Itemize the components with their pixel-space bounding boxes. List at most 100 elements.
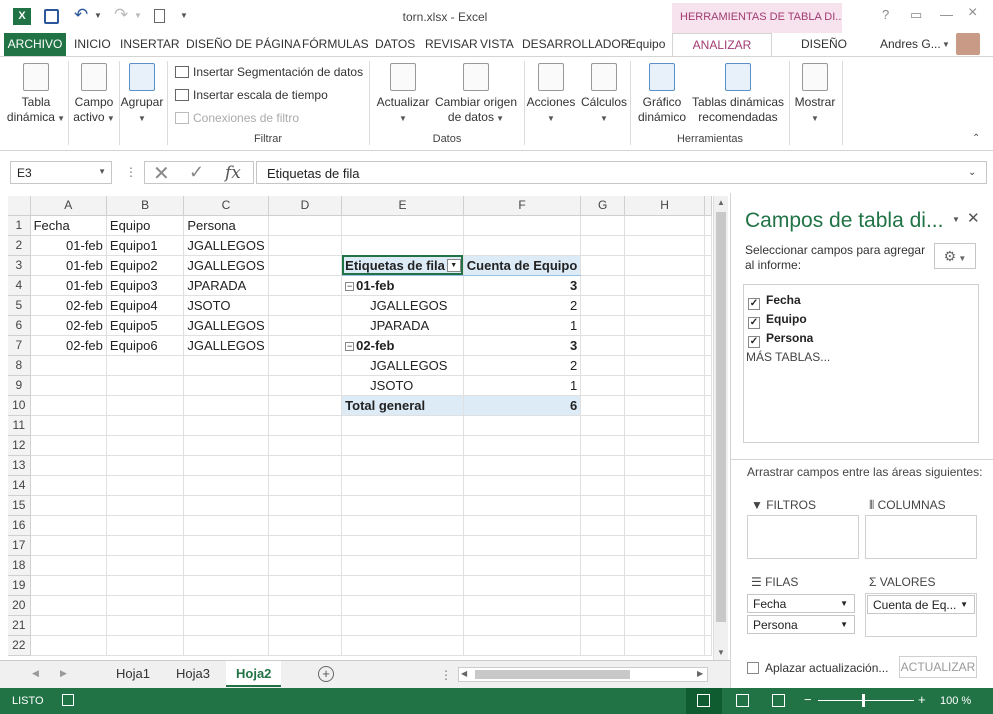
cell[interactable] bbox=[268, 455, 343, 476]
cell[interactable] bbox=[30, 495, 107, 516]
filtros-area[interactable] bbox=[747, 515, 859, 559]
cell[interactable] bbox=[183, 635, 269, 656]
cell[interactable] bbox=[341, 235, 464, 256]
tab-insertar[interactable]: INSERTAR bbox=[114, 33, 186, 56]
cell[interactable] bbox=[341, 455, 464, 476]
column-header-h[interactable]: H bbox=[624, 196, 705, 216]
collapse-icon[interactable]: − bbox=[345, 281, 355, 291]
cell[interactable] bbox=[624, 235, 705, 256]
cell[interactable] bbox=[624, 635, 705, 656]
cell[interactable] bbox=[580, 595, 626, 616]
add-sheet-icon[interactable]: + bbox=[318, 666, 334, 682]
cell[interactable] bbox=[463, 435, 582, 456]
cell[interactable] bbox=[580, 255, 626, 276]
redo-dropdown-icon[interactable]: ▼ bbox=[134, 11, 142, 20]
cell[interactable] bbox=[268, 555, 343, 576]
tab-vista[interactable]: VISTA bbox=[474, 33, 520, 56]
cell[interactable] bbox=[268, 435, 343, 456]
cell[interactable] bbox=[624, 575, 705, 596]
filas-item-persona[interactable]: Persona ▼ bbox=[747, 615, 855, 634]
help-icon[interactable]: ? bbox=[882, 7, 889, 22]
cell[interactable] bbox=[624, 375, 705, 396]
cell[interactable] bbox=[580, 635, 626, 656]
cell[interactable] bbox=[30, 615, 107, 636]
cell[interactable] bbox=[704, 495, 712, 516]
cell[interactable] bbox=[624, 395, 705, 416]
cell[interactable] bbox=[463, 615, 582, 636]
minimize-icon[interactable]: — bbox=[940, 7, 953, 22]
actualizar-pane-button[interactable]: ACTUALIZAR bbox=[899, 656, 977, 678]
cell[interactable] bbox=[341, 555, 464, 576]
cell[interactable] bbox=[580, 235, 626, 256]
vertical-scrollbar[interactable]: ▲ ▼ bbox=[713, 196, 728, 660]
page-layout-view-icon[interactable] bbox=[736, 694, 749, 707]
grafico-dinamico-button[interactable]: Gráfico dinámico bbox=[633, 63, 691, 125]
tablas-recomendadas-button[interactable]: Tablas dinámicas recomendadas bbox=[690, 63, 786, 125]
cell[interactable] bbox=[183, 555, 269, 576]
cell[interactable] bbox=[268, 535, 343, 556]
cell[interactable] bbox=[268, 295, 343, 316]
row-header[interactable]: 17 bbox=[8, 535, 31, 556]
cell[interactable] bbox=[580, 555, 626, 576]
row-header[interactable]: 11 bbox=[8, 415, 31, 436]
pivot-value[interactable]: 2 bbox=[463, 295, 582, 316]
pivot-value[interactable]: 1 bbox=[463, 375, 582, 396]
cell[interactable] bbox=[463, 455, 582, 476]
cell[interactable] bbox=[704, 595, 712, 616]
cell[interactable] bbox=[106, 375, 185, 396]
cell[interactable]: 01-feb bbox=[30, 235, 107, 256]
row-header[interactable]: 20 bbox=[8, 595, 31, 616]
cell[interactable] bbox=[30, 455, 107, 476]
cell[interactable]: Persona bbox=[183, 215, 269, 236]
cell[interactable]: Equipo5 bbox=[106, 315, 185, 336]
cell[interactable] bbox=[341, 435, 464, 456]
zoom-in-icon[interactable]: + bbox=[918, 692, 926, 707]
cell[interactable] bbox=[183, 415, 269, 436]
cambiar-origen-button[interactable]: Cambiar origen de datos ▼ bbox=[432, 63, 520, 126]
cell[interactable] bbox=[106, 455, 185, 476]
cell[interactable] bbox=[183, 615, 269, 636]
hscroll-options-icon[interactable]: ⋮ bbox=[440, 668, 452, 682]
cell[interactable] bbox=[580, 395, 626, 416]
row-header[interactable]: 19 bbox=[8, 575, 31, 596]
row-header[interactable]: 16 bbox=[8, 515, 31, 536]
more-tables-link[interactable]: MÁS TABLAS... bbox=[746, 350, 830, 364]
cell[interactable] bbox=[624, 315, 705, 336]
tab-archivo[interactable]: ARCHIVO bbox=[4, 33, 66, 56]
cell[interactable]: 02-feb bbox=[30, 335, 107, 356]
horizontal-scrollbar[interactable]: ◀ ▶ bbox=[458, 667, 708, 682]
cell[interactable]: Equipo1 bbox=[106, 235, 185, 256]
filas-item-fecha[interactable]: Fecha ▼ bbox=[747, 594, 855, 613]
cell[interactable] bbox=[580, 575, 626, 596]
cell[interactable] bbox=[341, 415, 464, 436]
cell[interactable] bbox=[268, 575, 343, 596]
cell[interactable] bbox=[341, 495, 464, 516]
select-all-corner[interactable] bbox=[8, 196, 31, 216]
cell[interactable] bbox=[580, 515, 626, 536]
row-header[interactable]: 5 bbox=[8, 295, 31, 316]
cell[interactable] bbox=[704, 295, 712, 316]
collapse-ribbon-icon[interactable]: ⌃ bbox=[972, 133, 980, 144]
cell[interactable]: 01-feb bbox=[30, 255, 107, 276]
field-equipo[interactable]: ✓ Equipo bbox=[748, 312, 807, 329]
cell[interactable] bbox=[704, 335, 712, 356]
scroll-up-icon[interactable]: ▲ bbox=[717, 198, 725, 207]
pivot-item-label[interactable]: JGALLEGOS bbox=[341, 295, 464, 316]
formula-input[interactable]: Etiquetas de fila bbox=[256, 161, 987, 184]
cell[interactable] bbox=[183, 475, 269, 496]
column-header-d[interactable]: D bbox=[268, 196, 343, 216]
cell[interactable] bbox=[106, 575, 185, 596]
cell[interactable] bbox=[624, 355, 705, 376]
sheet-tab-hoja2[interactable]: Hoja2 bbox=[226, 661, 282, 687]
cell[interactable] bbox=[580, 455, 626, 476]
cell[interactable] bbox=[341, 475, 464, 496]
tab-diseno-pagina[interactable]: DISEÑO DE PÁGINA bbox=[180, 33, 307, 56]
cell[interactable]: JGALLEGOS bbox=[183, 335, 269, 356]
insert-function-icon[interactable]: fx bbox=[225, 163, 241, 183]
cell[interactable] bbox=[580, 215, 626, 236]
row-header[interactable]: 1 bbox=[8, 215, 31, 236]
cell[interactable] bbox=[106, 635, 185, 656]
scroll-down-icon[interactable]: ▼ bbox=[717, 648, 725, 657]
undo-dropdown-icon[interactable]: ▼ bbox=[94, 11, 102, 20]
cell[interactable] bbox=[704, 575, 712, 596]
